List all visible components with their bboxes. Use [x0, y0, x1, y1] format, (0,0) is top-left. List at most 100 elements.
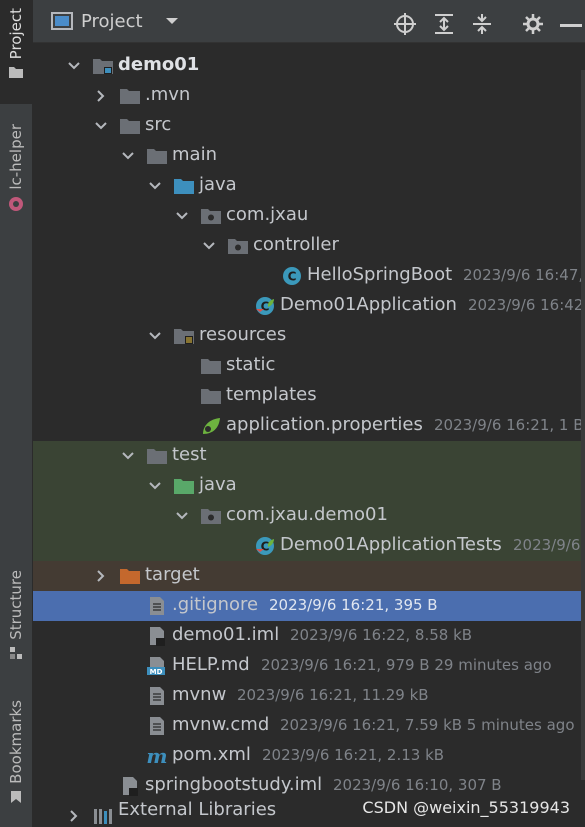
tree-item-meta: 2023/9/6 16:42, 3 — [468, 296, 585, 314]
lc-helper-tab-label: lc-helper — [7, 124, 25, 190]
tree-item-meta: 2023/9/6 16:10, 307 B — [333, 776, 502, 794]
resources-folder-icon — [173, 326, 195, 346]
package-icon — [227, 236, 249, 256]
chevron-right-icon[interactable] — [94, 89, 108, 103]
tree-item-label: static — [226, 354, 276, 375]
tree-row[interactable]: templates — [33, 381, 585, 411]
svg-text:m: m — [146, 746, 167, 766]
settings-icon[interactable] — [522, 13, 544, 35]
scrollbar[interactable] — [581, 70, 585, 780]
chevron-right-icon[interactable] — [67, 809, 81, 823]
chevron-down-icon[interactable] — [175, 509, 189, 523]
excluded-folder-icon — [119, 566, 141, 586]
chevron-down-icon[interactable] — [148, 479, 162, 493]
bookmarks-tool-tab[interactable]: Bookmarks — [0, 700, 32, 804]
spring-properties-icon — [200, 416, 222, 436]
class-icon: C — [281, 266, 303, 286]
bookmark-icon — [11, 790, 21, 803]
folder-icon — [146, 146, 168, 166]
tree-row[interactable]: target — [33, 561, 585, 591]
tree-row[interactable]: controller — [33, 231, 585, 261]
tree-row[interactable]: mvnw.cmd 2023/9/6 16:21, 7.59 kB 5 minute… — [33, 711, 585, 741]
chevron-down-icon[interactable] — [94, 119, 108, 133]
folder-icon — [9, 67, 23, 79]
collapse-all-icon[interactable] — [471, 13, 493, 35]
tree-item-label: controller — [253, 234, 339, 255]
lc-helper-tool-tab[interactable]: lc-helper — [0, 124, 32, 212]
test-folder-icon — [173, 476, 195, 496]
tree-item-label: java — [199, 474, 237, 495]
tree-item-meta: 2023/9/6 16:21, 11.29 kB — [237, 686, 429, 704]
spring-boot-class-icon: C — [254, 296, 276, 316]
folder-icon — [200, 386, 222, 406]
iml-file-icon — [119, 776, 141, 796]
tree-item-meta: 2023/9/6 16:21, 2.13 kB — [262, 746, 445, 764]
tree-row[interactable]: demo01 — [33, 51, 585, 81]
dropdown-icon[interactable] — [165, 16, 179, 26]
text-file-icon — [146, 716, 168, 736]
tree-item-label: HELP.md — [172, 654, 250, 675]
chevron-down-icon[interactable] — [148, 329, 162, 343]
chevron-down-icon[interactable] — [121, 449, 135, 463]
tree-row[interactable]: com.jxau — [33, 201, 585, 231]
chevron-down-icon[interactable] — [67, 59, 81, 73]
structure-tool-tab[interactable]: Structure — [0, 570, 32, 660]
tree-row[interactable]: src — [33, 111, 585, 141]
tree-row[interactable]: springbootstudy.iml 2023/9/6 16:10, 307 B — [33, 771, 585, 801]
text-file-icon — [146, 686, 168, 706]
markdown-icon: MD — [146, 656, 168, 676]
lc-helper-icon — [9, 196, 23, 211]
tree-item-meta: 2023/9/6 16:21, 395 B — [269, 596, 438, 614]
locate-icon[interactable] — [394, 13, 416, 35]
package-icon — [200, 206, 222, 226]
bookmarks-tab-label: Bookmarks — [7, 700, 25, 784]
expand-all-icon[interactable] — [433, 13, 455, 35]
tree-item-meta: 2023/9/6 16 — [513, 536, 585, 554]
tree-item-label: .mvn — [145, 84, 191, 105]
tree-item-label: HelloSpringBoot — [307, 264, 453, 285]
tree-row[interactable]: C HelloSpringBoot 2023/9/6 16:47, 50 — [33, 261, 585, 291]
tree-row[interactable]: MD HELP.md 2023/9/6 16:21, 979 B 29 minute… — [33, 651, 585, 681]
structure-icon — [10, 646, 22, 659]
tree-row[interactable]: CDemo01ApplicationTests 2023/9/6 16 — [33, 531, 585, 561]
tree-row[interactable]: .gitignore 2023/9/6 16:21, 395 B — [33, 591, 585, 621]
module-icon — [92, 56, 114, 76]
tree-item-label: demo01 — [118, 54, 200, 75]
project-tool-tab[interactable]: Project — [0, 0, 32, 104]
tree-item-label: test — [172, 444, 207, 465]
tree-item-label: java — [199, 174, 237, 195]
tree-row[interactable]: main — [33, 141, 585, 171]
spring-boot-class-icon: C — [254, 536, 276, 556]
tree-item-meta: 2023/9/6 16:22, 8.58 kB — [290, 626, 473, 644]
tree-row[interactable]: mvnw 2023/9/6 16:21, 11.29 kB — [33, 681, 585, 711]
chevron-down-icon[interactable] — [121, 149, 135, 163]
text-file-icon — [146, 596, 168, 616]
chevron-down-icon[interactable] — [175, 209, 189, 223]
tree-row[interactable]: m pom.xml 2023/9/6 16:21, 2.13 kB — [33, 741, 585, 771]
chevron-down-icon[interactable] — [202, 239, 216, 253]
tree-row[interactable]: static — [33, 351, 585, 381]
tree-row[interactable]: test — [33, 441, 585, 471]
watermark: CSDN @weixin_55319943 — [362, 798, 570, 817]
tree-row[interactable]: application.properties 2023/9/6 16:21, 1 … — [33, 411, 585, 441]
tree-item-label: External Libraries — [118, 799, 277, 820]
folder-icon — [200, 356, 222, 376]
project-tab-label: Project — [7, 8, 25, 60]
tree-item-meta: 2023/9/6 16:47, 50 — [463, 266, 585, 284]
chevron-right-icon[interactable] — [94, 569, 108, 583]
chevron-down-icon[interactable] — [148, 179, 162, 193]
tree-row[interactable]: CDemo01Application 2023/9/6 16:42, 3 — [33, 291, 585, 321]
tree-row[interactable]: java — [33, 171, 585, 201]
tree-row[interactable]: resources — [33, 321, 585, 351]
tree-row[interactable]: demo01.iml 2023/9/6 16:22, 8.58 kB — [33, 621, 585, 651]
tree-item-label: Demo01ApplicationTests — [280, 534, 502, 555]
tree-item-label: Demo01Application — [280, 294, 457, 315]
minimize-icon[interactable] — [560, 24, 582, 28]
tree-row[interactable]: .mvn — [33, 81, 585, 111]
tree-item-label: application.properties — [226, 414, 423, 435]
tree-item-label: mvnw.cmd — [172, 714, 270, 735]
maven-icon: m — [146, 744, 168, 768]
tree-row[interactable]: com.jxau.demo01 — [33, 501, 585, 531]
project-window-icon — [51, 12, 73, 30]
tree-row[interactable]: java — [33, 471, 585, 501]
